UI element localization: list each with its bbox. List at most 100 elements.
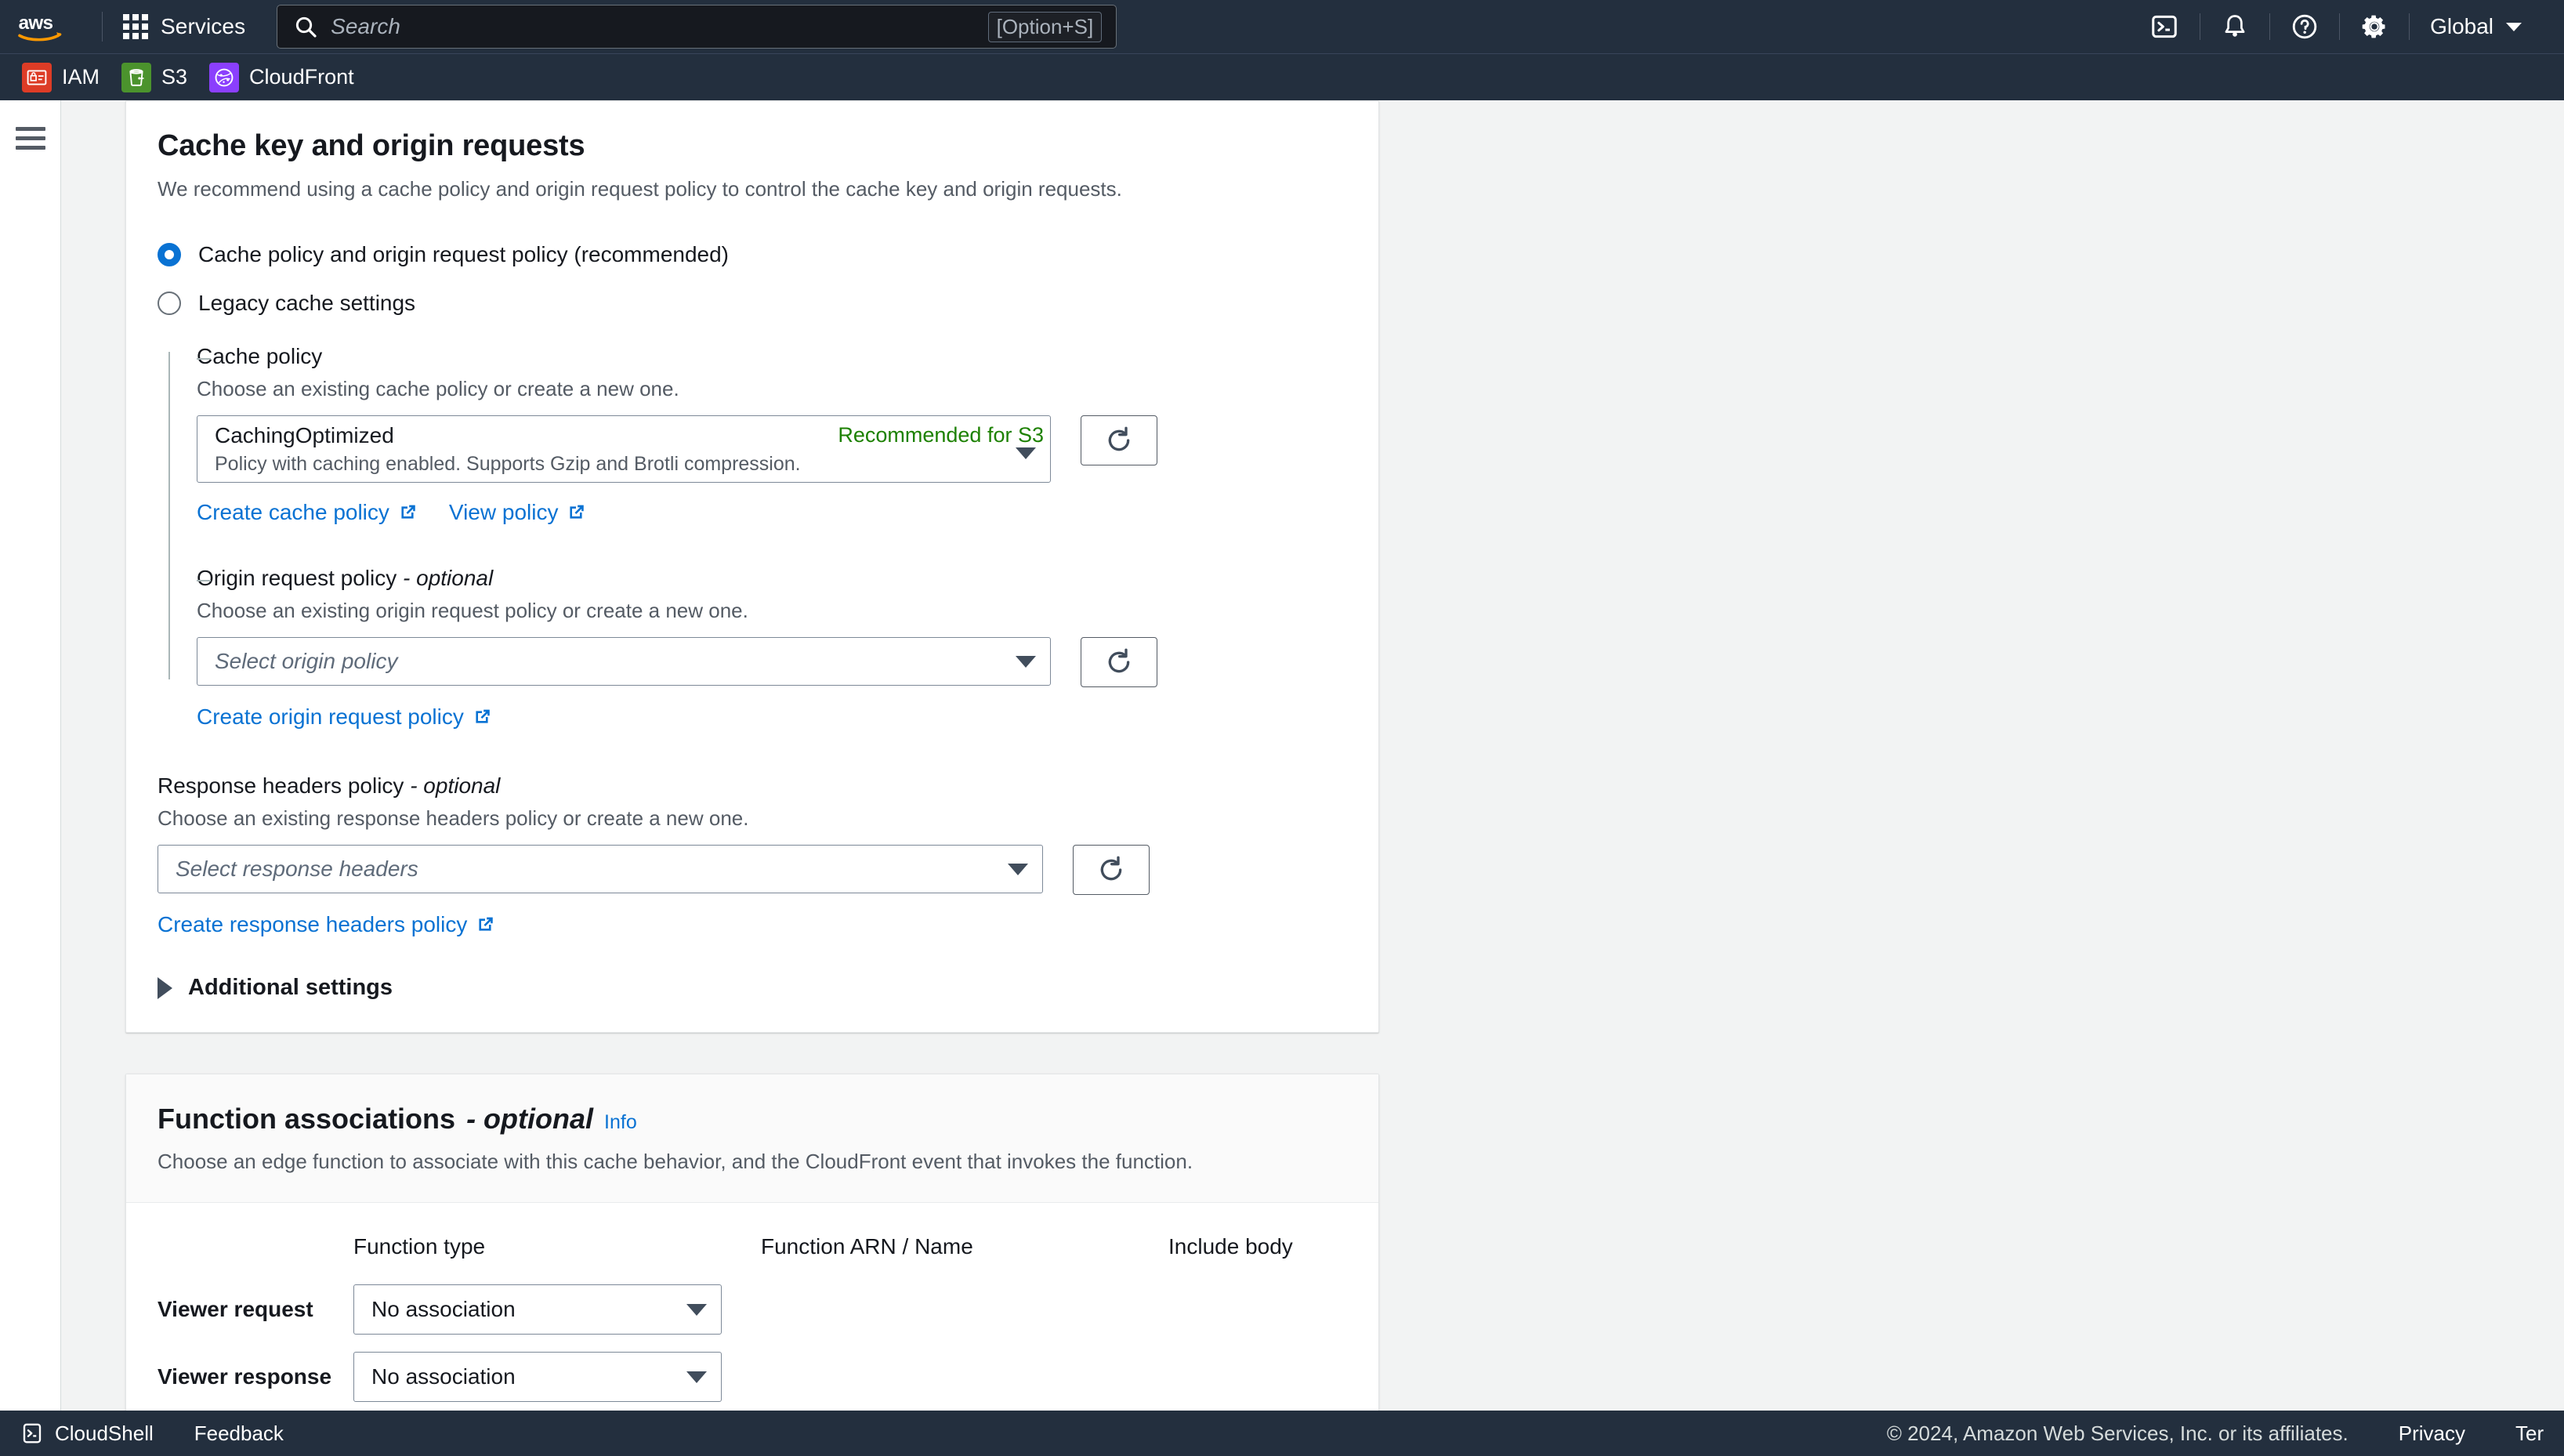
function-associations-title: Function associations - optional Info	[158, 1103, 1347, 1135]
optional-suffix: - optional	[410, 773, 501, 799]
function-type-value: No association	[371, 1297, 516, 1322]
origin-request-policy-links: Create origin request policy	[197, 704, 1347, 730]
settings-gear-icon	[2362, 15, 2385, 38]
notifications-bell-icon	[2225, 15, 2245, 37]
favorite-service-iam[interactable]: IAM	[17, 60, 110, 95]
cache-policy-links: Create cache policy View policy	[197, 500, 1347, 525]
settings-button[interactable]	[2340, 0, 2409, 53]
global-nav-right-cluster: Global	[2129, 0, 2544, 53]
favorite-service-cloudfront[interactable]: CloudFront	[205, 60, 365, 95]
region-selector[interactable]: Global	[2410, 0, 2544, 53]
help-button[interactable]	[2270, 0, 2339, 53]
services-menu-button[interactable]: Services	[115, 9, 253, 44]
table-row: No association	[353, 1284, 761, 1352]
grid-icon	[123, 14, 148, 39]
favorite-service-s3[interactable]: S3	[117, 60, 198, 95]
favorite-label: S3	[161, 65, 188, 89]
cloudshell-icon	[23, 1423, 42, 1443]
function-associations-table: Function type Function ARN / Name Includ…	[126, 1203, 1378, 1411]
svg-text:aws: aws	[19, 13, 53, 34]
refresh-icon	[1108, 426, 1130, 451]
iam-service-icon	[22, 62, 52, 92]
function-associations-card: Function associations - optional Info Ch…	[125, 1074, 1379, 1411]
cloudshell-button[interactable]	[2129, 0, 2200, 53]
include-body-cell	[1168, 1309, 1347, 1327]
services-label: Services	[161, 14, 246, 38]
origin-request-policy-refresh-button[interactable]	[1081, 637, 1157, 688]
create-cache-policy-link[interactable]: Create cache policy	[197, 500, 418, 525]
origin-request-policy-select[interactable]: Select origin policy	[197, 637, 1051, 686]
function-arn-cell	[761, 1377, 1168, 1394]
additional-settings-expander[interactable]: Additional settings	[158, 975, 1347, 1001]
radio-indicator-unselected[interactable]	[158, 292, 181, 316]
global-navigation-bar: aws Services Search [Option+S] Global	[0, 0, 2564, 53]
footer-cloudshell-button[interactable]: CloudShell	[20, 1422, 154, 1446]
global-search-input[interactable]: Search [Option+S]	[277, 5, 1117, 49]
link-label: Create cache policy	[197, 500, 389, 525]
chevron-down-icon	[1016, 655, 1036, 668]
cache-policy-nested-group: Cache policy Choose an existing cache po…	[168, 344, 1347, 730]
help-question-icon	[2292, 14, 2317, 39]
external-link-icon	[479, 917, 494, 931]
info-link[interactable]: Info	[604, 1111, 637, 1134]
label-text: Origin request policy	[197, 566, 397, 591]
link-label: Create response headers policy	[158, 912, 468, 937]
main-content-scroll-area[interactable]: Cache key and origin requests We recomme…	[61, 100, 2564, 1411]
external-link-icon	[401, 505, 415, 519]
function-associations-description: Choose an edge function to associate wit…	[158, 1150, 1193, 1174]
create-origin-request-policy-link[interactable]: Create origin request policy	[197, 704, 492, 730]
optional-suffix: - optional	[466, 1103, 594, 1135]
favorite-label: IAM	[62, 65, 100, 89]
region-label: Global	[2430, 14, 2493, 38]
table-row-label: Viewer request	[158, 1297, 313, 1322]
additional-settings-label: Additional settings	[188, 975, 393, 1001]
radio-label: Cache policy and origin request policy (…	[198, 242, 730, 267]
create-response-headers-policy-link[interactable]: Create response headers policy	[158, 912, 495, 937]
cache-policy-recommended-badge: Recommended for S3	[838, 423, 1044, 447]
cache-policy-select[interactable]: CachingOptimized Recommended for S3 Poli…	[197, 415, 1051, 484]
column-header-function-arn: Function ARN / Name	[761, 1234, 973, 1259]
aws-console-page: aws Services Search [Option+S] Global IA…	[0, 0, 2564, 1456]
footer-terms-link[interactable]: Terms	[2515, 1422, 2544, 1446]
radio-indicator-selected[interactable]	[158, 243, 181, 267]
cloudfront-service-icon	[209, 62, 240, 92]
origin-request-policy-field: Origin request policy - optional Choose …	[197, 566, 1347, 730]
table-row: No association	[353, 1352, 761, 1411]
label-text: Response headers policy	[158, 773, 404, 799]
response-headers-policy-select[interactable]: Select response headers	[158, 845, 1043, 894]
view-policy-link[interactable]: View policy	[449, 500, 587, 525]
radio-cache-policy-recommended[interactable]: Cache policy and origin request policy (…	[158, 242, 1347, 267]
radio-legacy-cache-settings[interactable]: Legacy cache settings	[158, 291, 1347, 316]
response-headers-policy-placeholder: Select response headers	[176, 857, 418, 882]
search-icon	[296, 16, 317, 38]
link-label: View policy	[448, 500, 559, 525]
cache-policy-value-description: Policy with caching enabled. Supports Gz…	[215, 452, 801, 475]
chevron-down-icon	[1016, 447, 1036, 460]
function-type-select-viewer-response[interactable]: No association	[353, 1352, 722, 1403]
chevron-down-icon	[686, 1303, 707, 1316]
title-text: Function associations	[158, 1103, 456, 1135]
footer-privacy-link[interactable]: Privacy	[2399, 1422, 2465, 1446]
cloudshell-icon	[2152, 15, 2177, 38]
footer-cloudshell-label: CloudShell	[55, 1421, 154, 1445]
aws-logo[interactable]: aws	[17, 11, 85, 42]
column-header-include-body: Include body	[1168, 1234, 1293, 1259]
cache-policy-selected-value: CachingOptimized	[215, 422, 394, 447]
footer-feedback-link[interactable]: Feedback	[194, 1422, 284, 1446]
function-type-select-viewer-request[interactable]: No association	[353, 1284, 722, 1335]
response-headers-policy-refresh-button[interactable]	[1073, 845, 1150, 896]
cache-policy-refresh-button[interactable]	[1081, 415, 1157, 466]
refresh-icon	[1100, 856, 1122, 881]
optional-suffix: - optional	[403, 566, 494, 591]
column-header-event	[158, 1247, 353, 1272]
tree-tick	[197, 580, 211, 582]
include-body-cell	[1168, 1377, 1347, 1394]
notifications-button[interactable]	[2200, 0, 2269, 53]
footer-right: © 2024, Amazon Web Services, Inc. or its…	[1887, 1422, 2564, 1446]
response-headers-policy-description: Choose an existing response headers poli…	[158, 806, 749, 831]
hamburger-menu-icon[interactable]	[15, 122, 45, 154]
search-shortcut-hint: [Option+S]	[987, 11, 1103, 42]
s3-service-icon	[121, 62, 152, 92]
search-placeholder: Search	[331, 14, 400, 38]
cache-policy-label: Cache policy	[197, 344, 323, 369]
